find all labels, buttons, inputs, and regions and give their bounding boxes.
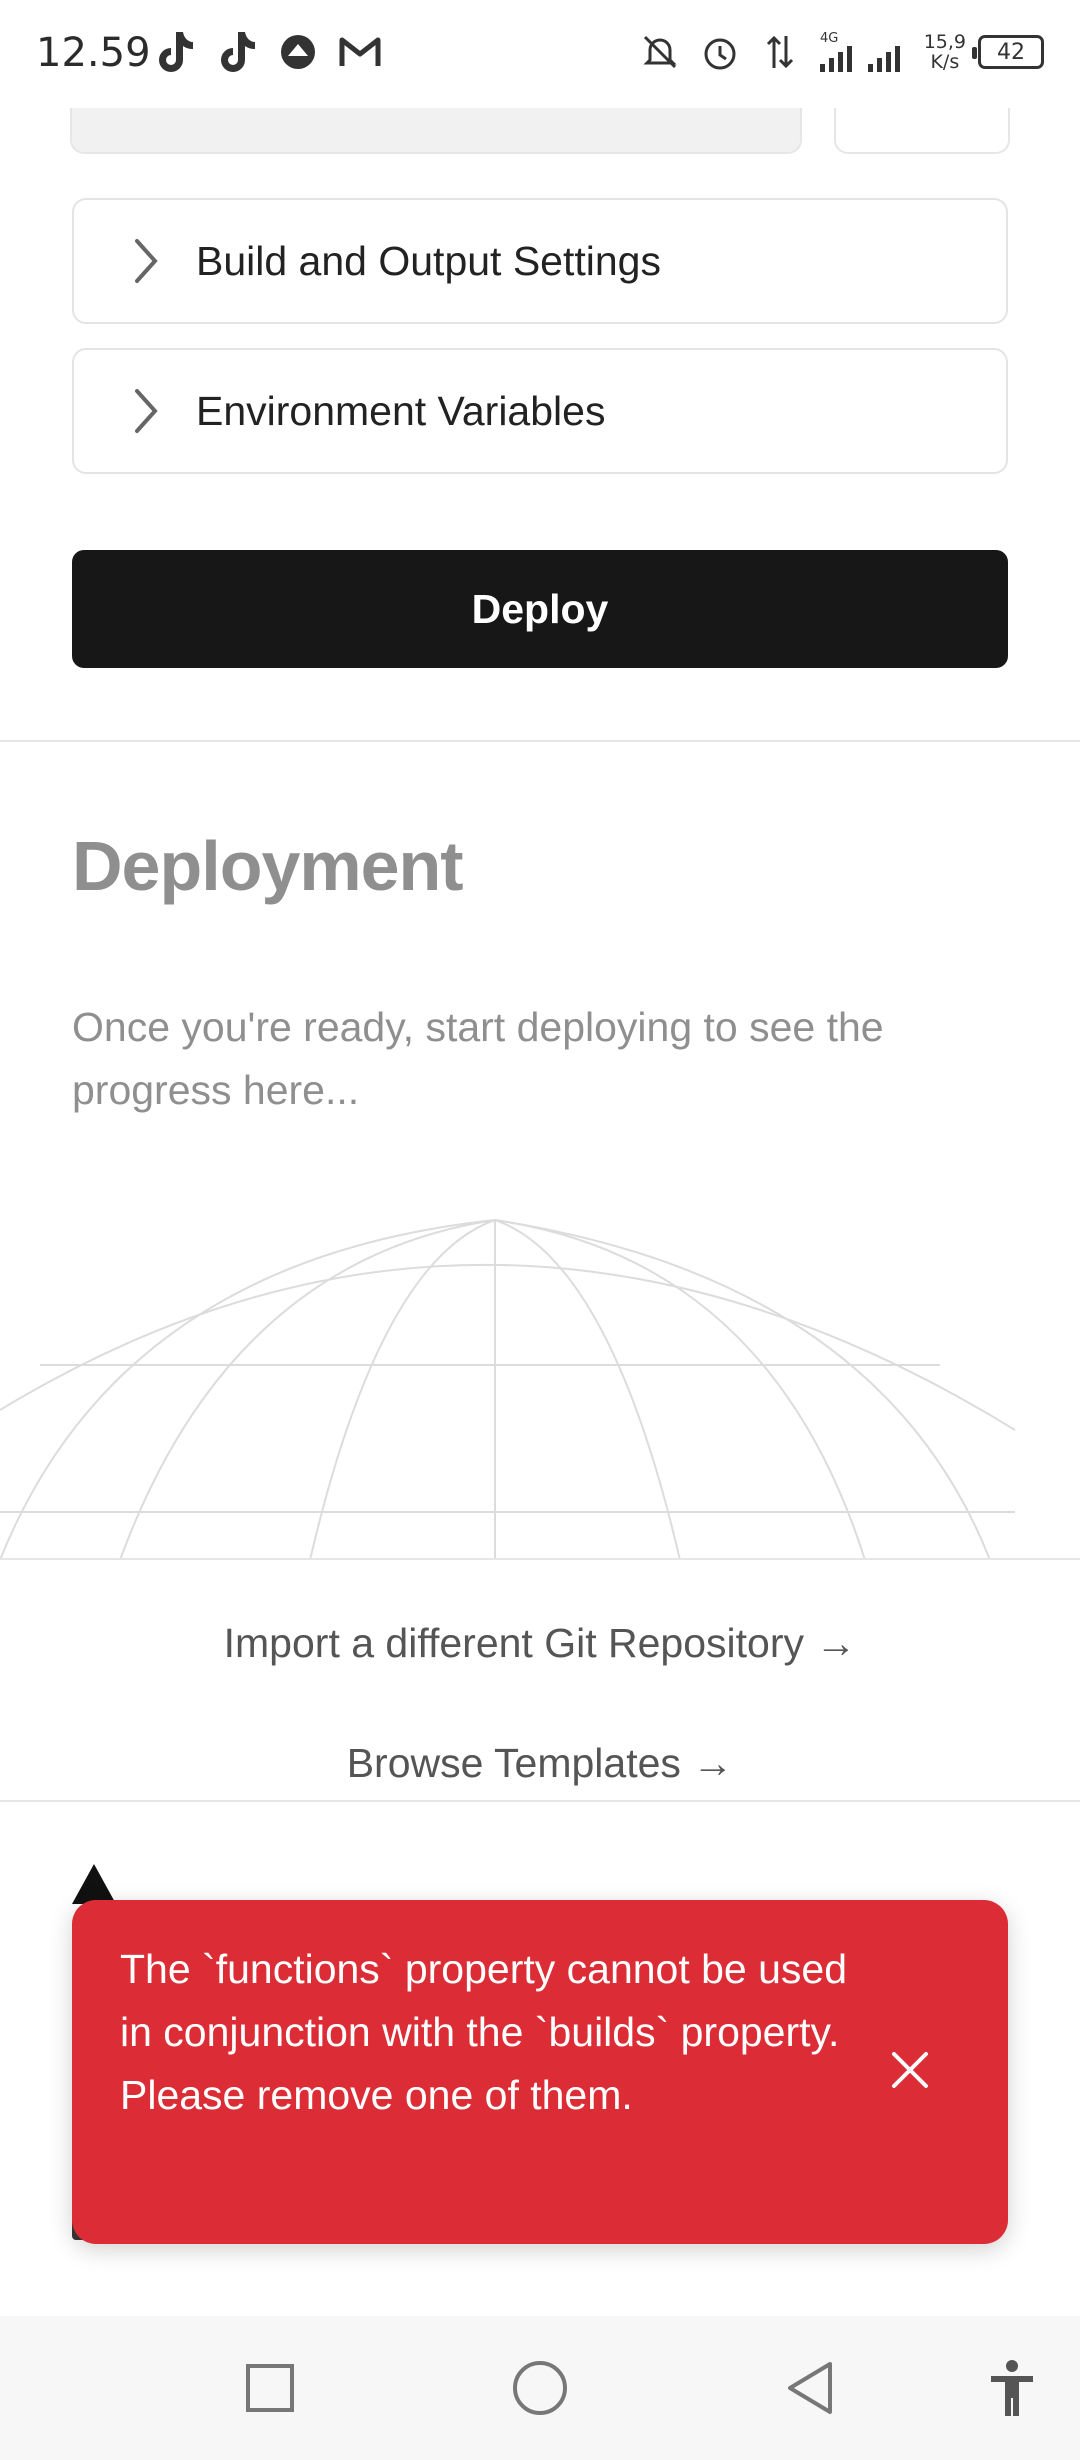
tiktok-icon	[212, 28, 260, 76]
status-time: 12.59	[36, 30, 151, 76]
system-navigation-bar	[0, 2316, 1080, 2460]
environment-variables-accordion[interactable]: Environment Variables	[72, 348, 1008, 474]
error-toast-message: The `functions` property cannot be used …	[120, 1946, 848, 2118]
svg-text:4G: 4G	[820, 31, 838, 46]
mute-bell-icon	[636, 28, 684, 76]
deployment-description: Once you're ready, start deploying to se…	[72, 1004, 884, 1113]
net-speed-value: 15,9	[923, 31, 966, 53]
signal-4g-icon: 4G	[816, 28, 912, 76]
home-button[interactable]	[508, 2356, 572, 2420]
tiktok-icon	[150, 28, 198, 76]
build-output-settings-accordion[interactable]: Build and Output Settings	[72, 198, 1008, 324]
data-transfer-icon	[756, 28, 804, 76]
deploy-button[interactable]: Deploy	[72, 550, 1008, 668]
close-icon[interactable]	[882, 2042, 938, 2098]
battery-icon: 42	[972, 35, 1044, 69]
deployment-title: Deployment	[72, 827, 464, 905]
back-button[interactable]	[778, 2356, 842, 2420]
globe-illustration	[0, 1219, 1016, 1560]
vercel-logo-icon	[72, 1864, 116, 1904]
app-circle-icon	[274, 28, 322, 76]
status-bar: 12.59 4G 15,9 K/s 42	[0, 0, 1080, 108]
net-speed-unit: K/s	[930, 51, 960, 73]
alarm-icon	[696, 28, 744, 76]
gmail-icon	[336, 28, 384, 76]
section-divider	[0, 740, 1080, 742]
chevron-right-icon	[118, 383, 174, 439]
recents-button[interactable]	[238, 2356, 302, 2420]
accordion-label: Build and Output Settings	[196, 237, 661, 284]
browse-templates-link[interactable]: Browse Templates →	[0, 1740, 1080, 1787]
section-divider	[0, 1800, 1080, 1802]
section-divider	[0, 1558, 1080, 1560]
chevron-right-icon	[118, 233, 174, 289]
accordion-label: Environment Variables	[196, 387, 606, 434]
import-repository-link[interactable]: Import a different Git Repository →	[0, 1620, 1080, 1667]
accessibility-icon[interactable]	[980, 2356, 1044, 2420]
error-toast: The `functions` property cannot be used …	[72, 1900, 1008, 2244]
